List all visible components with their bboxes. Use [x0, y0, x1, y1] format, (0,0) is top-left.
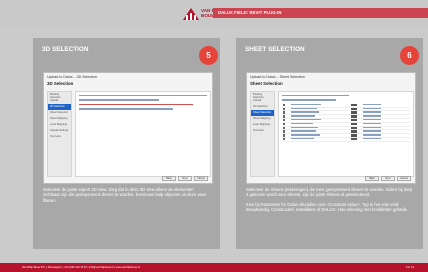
wizard-sidebar: Building Selection Upload 3D Selection S…	[47, 91, 72, 177]
sidebar-item[interactable]: Overview	[251, 128, 274, 134]
wizard-buttons: Back Next Cancel	[365, 176, 411, 181]
wizard-buttons: Back Next Cancel	[162, 176, 208, 181]
wizard-content	[75, 91, 211, 177]
checkbox[interactable]	[283, 111, 286, 114]
back-button[interactable]: Back	[162, 176, 176, 181]
sheet-table	[278, 91, 414, 177]
next-button[interactable]: Next	[381, 176, 395, 181]
panel-title: 3D SELECTION	[42, 46, 89, 53]
checkbox[interactable]	[283, 103, 286, 107]
company-logo-icon	[183, 8, 199, 20]
color-swatch	[351, 107, 357, 110]
warning-line-placeholder	[79, 103, 193, 106]
step-number-badge: 5	[199, 46, 218, 65]
text-line-placeholder	[79, 108, 173, 110]
window-heading: 3D Selection	[47, 81, 74, 86]
color-swatch	[351, 118, 357, 122]
description-paragraph: Kies bij Parameter for Dalux discipline …	[246, 201, 408, 212]
checkbox[interactable]	[283, 122, 286, 126]
text-line-placeholder	[79, 95, 207, 97]
color-swatch	[351, 103, 357, 107]
checkbox[interactable]	[283, 134, 286, 137]
checkbox[interactable]	[283, 115, 286, 118]
text-line-placeholder	[79, 99, 160, 101]
table-row[interactable]	[282, 137, 410, 142]
window-heading: Sheet Selection	[250, 81, 283, 86]
color-swatch	[351, 134, 357, 137]
description-paragraph: Selecteer de Sheets (tekeningen) die mee…	[246, 187, 413, 198]
cancel-button[interactable]: Cancel	[397, 176, 411, 181]
color-swatch	[351, 115, 357, 118]
step-panel-sheet-selection: SHEET SELECTION 6 Upload to Dalux – Shee…	[236, 38, 423, 249]
color-swatch	[351, 126, 357, 129]
footer-contact-text: Van Rhijn Bouw B.V. | Nieuwegein | +31 (…	[22, 265, 140, 269]
checkbox[interactable]	[283, 130, 286, 133]
footer-bar: Van Rhijn Bouw B.V. | Nieuwegein | +31 (…	[0, 263, 428, 272]
top-bar: VAN RHIJN BOUW DALUX FIELD: REVIT PLUG-I…	[0, 0, 428, 28]
document-title: DALUX FIELD: REVIT PLUG-IN	[218, 10, 282, 15]
screenshot-window: Upload to Dalux – Sheet Selection Sheet …	[246, 72, 416, 184]
description-paragraph: Selecteer de juiste export 3D view. Zorg…	[43, 187, 206, 203]
checkbox[interactable]	[283, 118, 286, 122]
window-title: Upload to Dalux – 3D Selection	[47, 75, 97, 79]
page: VAN RHIJN BOUW DALUX FIELD: REVIT PLUG-I…	[0, 0, 428, 272]
checkbox[interactable]	[283, 107, 286, 110]
screenshot-window: Upload to Dalux – 3D Selection 3D Select…	[43, 72, 213, 184]
back-button[interactable]: Back	[365, 176, 379, 181]
step-number-badge: 6	[400, 46, 419, 65]
color-swatch	[351, 111, 357, 114]
window-title: Upload to Dalux – Sheet Selection	[250, 75, 305, 79]
cancel-button[interactable]: Cancel	[194, 176, 208, 181]
color-swatch	[351, 122, 357, 126]
text-line-placeholder	[282, 99, 336, 101]
wizard-sidebar: Building Selection Upload 3D Selection S…	[250, 91, 275, 177]
sheet-list	[282, 103, 410, 142]
sidebar-item[interactable]: Overview	[48, 134, 71, 140]
panel-description: Selecteer de Sheets (tekeningen) die mee…	[246, 187, 414, 216]
step-panel-3d-selection: 3D SELECTION 5 Upload to Dalux – 3D Sele…	[33, 38, 220, 249]
text-line-placeholder	[282, 95, 349, 97]
color-swatch	[351, 137, 357, 141]
document-title-bar: DALUX FIELD: REVIT PLUG-IN	[213, 8, 428, 18]
panel-description: Selecteer de juiste export 3D view. Zorg…	[43, 187, 211, 207]
color-swatch	[351, 130, 357, 133]
page-number: 13 / 14	[406, 265, 414, 269]
panel-title: SHEET SELECTION	[245, 46, 305, 53]
next-button[interactable]: Next	[178, 176, 192, 181]
checkbox[interactable]	[283, 126, 286, 129]
checkbox[interactable]	[283, 137, 286, 141]
